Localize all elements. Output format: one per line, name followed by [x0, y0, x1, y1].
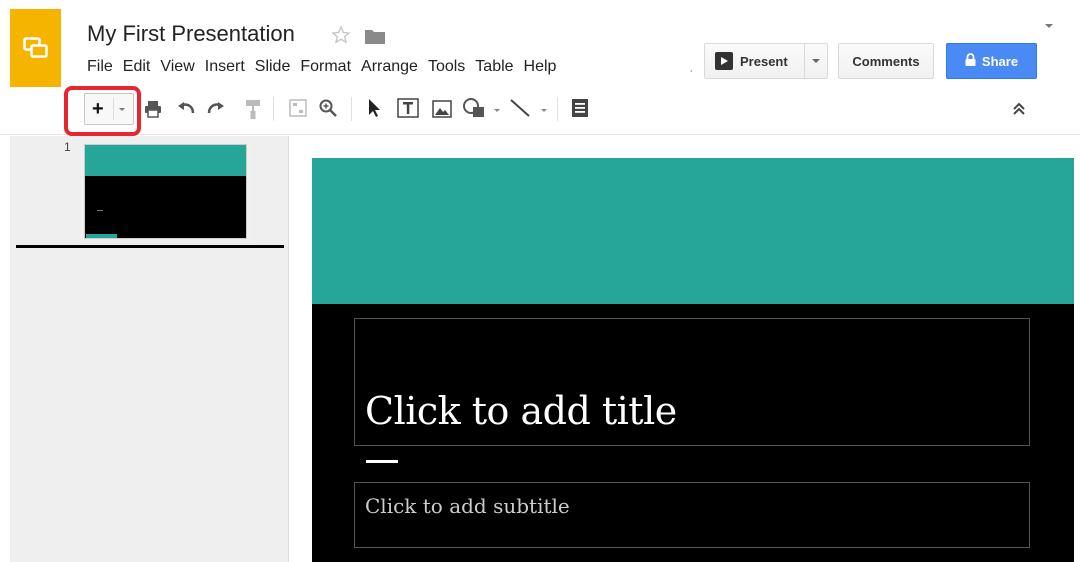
- subtitle-placeholder-text: Click to add subtitle: [365, 494, 570, 518]
- paint-format-icon[interactable]: [243, 98, 263, 120]
- present-label: Present: [740, 53, 788, 69]
- menu-edit[interactable]: Edit: [118, 56, 156, 78]
- menu-file[interactable]: File: [82, 56, 118, 78]
- shape-chevron-icon[interactable]: [494, 109, 500, 112]
- shape-icon[interactable]: [461, 97, 489, 119]
- zoom-icon[interactable]: [318, 98, 338, 118]
- title-placeholder-text: Click to add title: [365, 389, 677, 433]
- line-chevron-icon[interactable]: [541, 109, 547, 112]
- undo-icon[interactable]: [176, 100, 196, 118]
- speaker-notes-icon[interactable]: [570, 97, 590, 119]
- menu-format[interactable]: Format: [295, 56, 356, 78]
- subtitle-placeholder[interactable]: Click to add subtitle: [354, 482, 1030, 548]
- play-icon: [715, 52, 733, 70]
- redo-icon[interactable]: [206, 100, 226, 118]
- thumbnail-accent-bar: [86, 234, 117, 238]
- thumbnail-dash: [97, 210, 103, 211]
- image-icon[interactable]: [431, 99, 453, 119]
- account-chevron-icon[interactable]: [1045, 24, 1053, 28]
- slide-number: 1: [64, 140, 71, 154]
- thumbnail-header-band: [85, 145, 246, 176]
- star-icon[interactable]: [331, 25, 351, 45]
- title-divider: [366, 460, 398, 463]
- title-placeholder[interactable]: Click to add title: [354, 318, 1030, 446]
- present-button[interactable]: Present: [704, 43, 804, 79]
- chevron-down-icon: [812, 59, 820, 63]
- menu-table[interactable]: Table: [470, 56, 518, 78]
- slide-header-band: [312, 158, 1074, 304]
- lock-icon: [965, 53, 976, 69]
- comments-button[interactable]: Comments: [838, 43, 934, 79]
- current-slide[interactable]: Click to add title Click to add subtitle: [312, 158, 1074, 562]
- new-slide-layout-chevron-icon[interactable]: [119, 108, 125, 111]
- print-icon[interactable]: [143, 99, 163, 119]
- menu-view[interactable]: View: [155, 56, 199, 78]
- menu-bar: File Edit View Insert Slide Format Arran…: [82, 56, 561, 78]
- zoom-fit-icon[interactable]: [288, 98, 308, 118]
- slide-insertion-marker: [16, 245, 284, 248]
- document-title[interactable]: My First Presentation: [87, 21, 295, 47]
- share-button[interactable]: Share: [946, 43, 1037, 79]
- folder-icon[interactable]: [364, 27, 386, 45]
- share-label: Share: [981, 53, 1019, 69]
- menu-help[interactable]: Help: [519, 56, 562, 78]
- text-box-icon[interactable]: [396, 97, 420, 119]
- menu-insert[interactable]: Insert: [200, 56, 250, 78]
- new-slide-button[interactable]: +: [84, 93, 134, 125]
- slides-logo-icon[interactable]: [10, 9, 61, 87]
- present-options-button[interactable]: [804, 43, 828, 79]
- menu-slide[interactable]: Slide: [250, 56, 296, 78]
- line-icon[interactable]: [508, 97, 532, 119]
- select-icon[interactable]: [366, 97, 384, 119]
- menu-tools[interactable]: Tools: [423, 56, 470, 78]
- collapse-toolbar-icon[interactable]: [1010, 100, 1028, 118]
- menu-overflow: ¸: [690, 62, 694, 73]
- plus-icon: +: [92, 98, 104, 120]
- slide-thumbnail[interactable]: [84, 144, 247, 239]
- menu-arrange[interactable]: Arrange: [356, 56, 423, 78]
